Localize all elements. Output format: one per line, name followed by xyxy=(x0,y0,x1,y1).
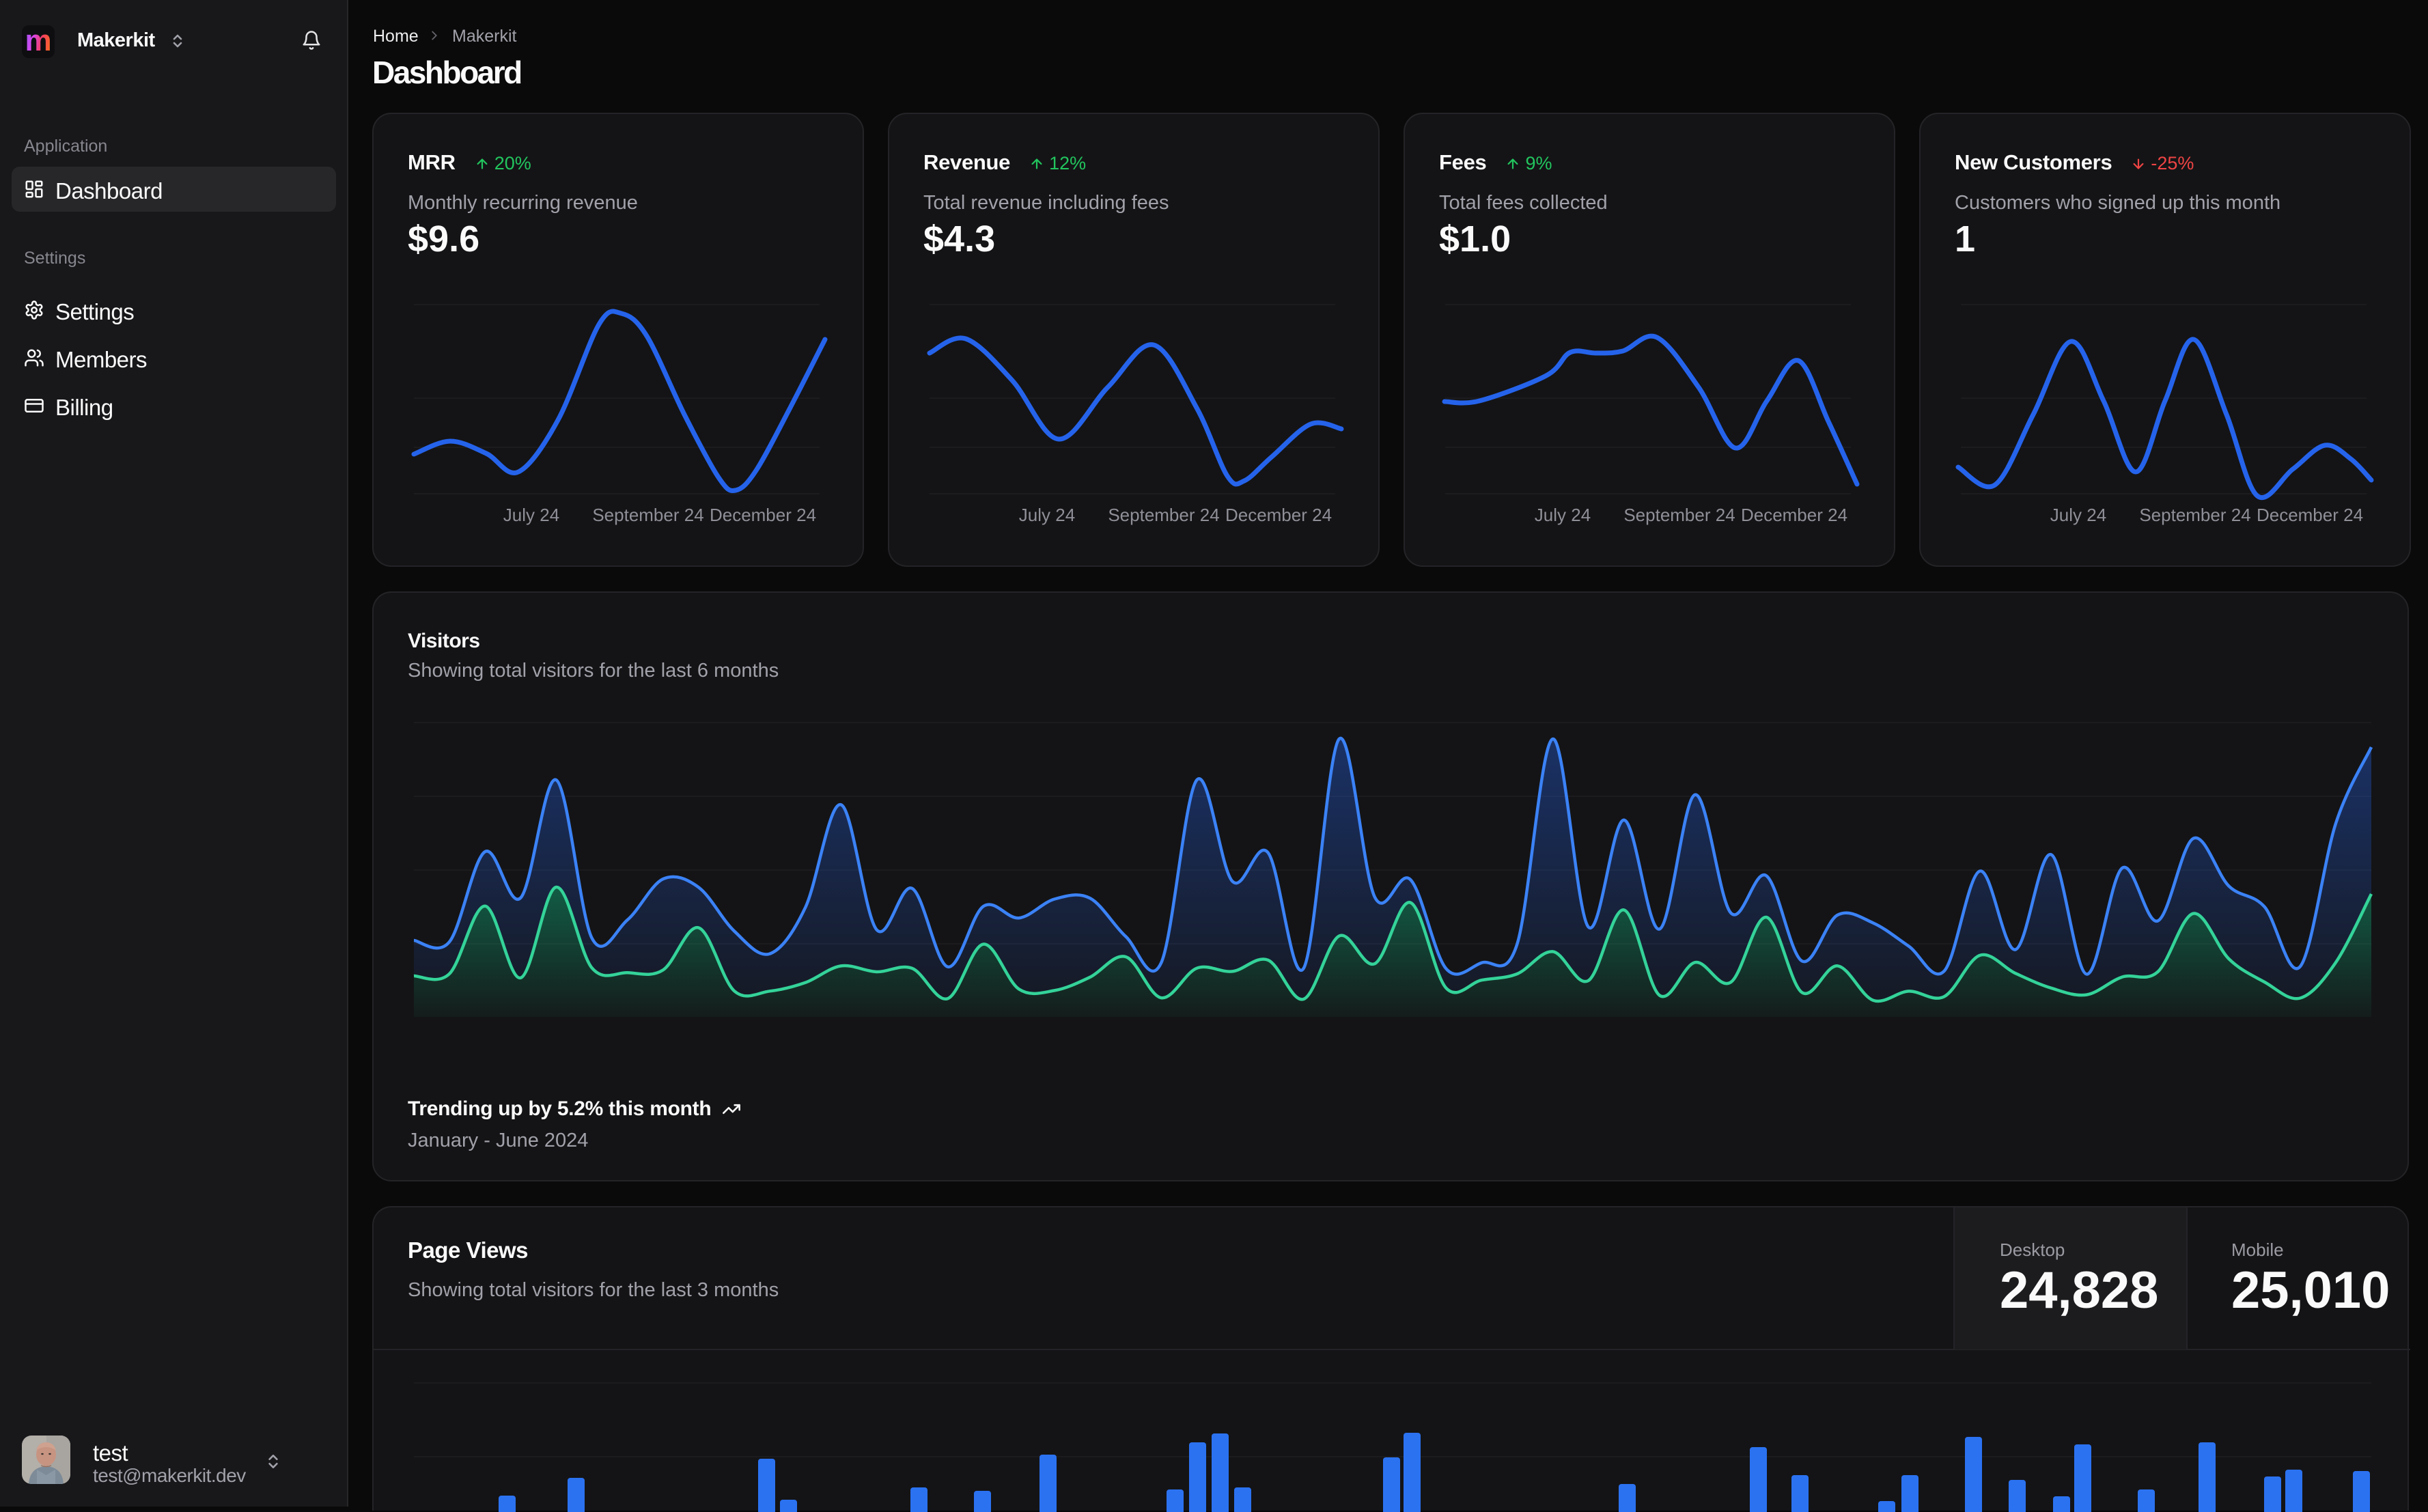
svg-text:July 24: July 24 xyxy=(1535,505,1591,525)
svg-text:December 24: December 24 xyxy=(2257,505,2363,525)
svg-text:September 24: September 24 xyxy=(1623,505,1735,525)
svg-text:December 24: December 24 xyxy=(1225,505,1332,525)
svg-text:September 24: September 24 xyxy=(1108,505,1219,525)
svg-text:December 24: December 24 xyxy=(710,505,816,525)
svg-text:July 24: July 24 xyxy=(1019,505,1075,525)
svg-text:December 24: December 24 xyxy=(1741,505,1847,525)
svg-text:July 24: July 24 xyxy=(2050,505,2106,525)
svg-text:September 24: September 24 xyxy=(2139,505,2250,525)
svg-text:September 24: September 24 xyxy=(592,505,703,525)
svg-text:July 24: July 24 xyxy=(503,505,559,525)
